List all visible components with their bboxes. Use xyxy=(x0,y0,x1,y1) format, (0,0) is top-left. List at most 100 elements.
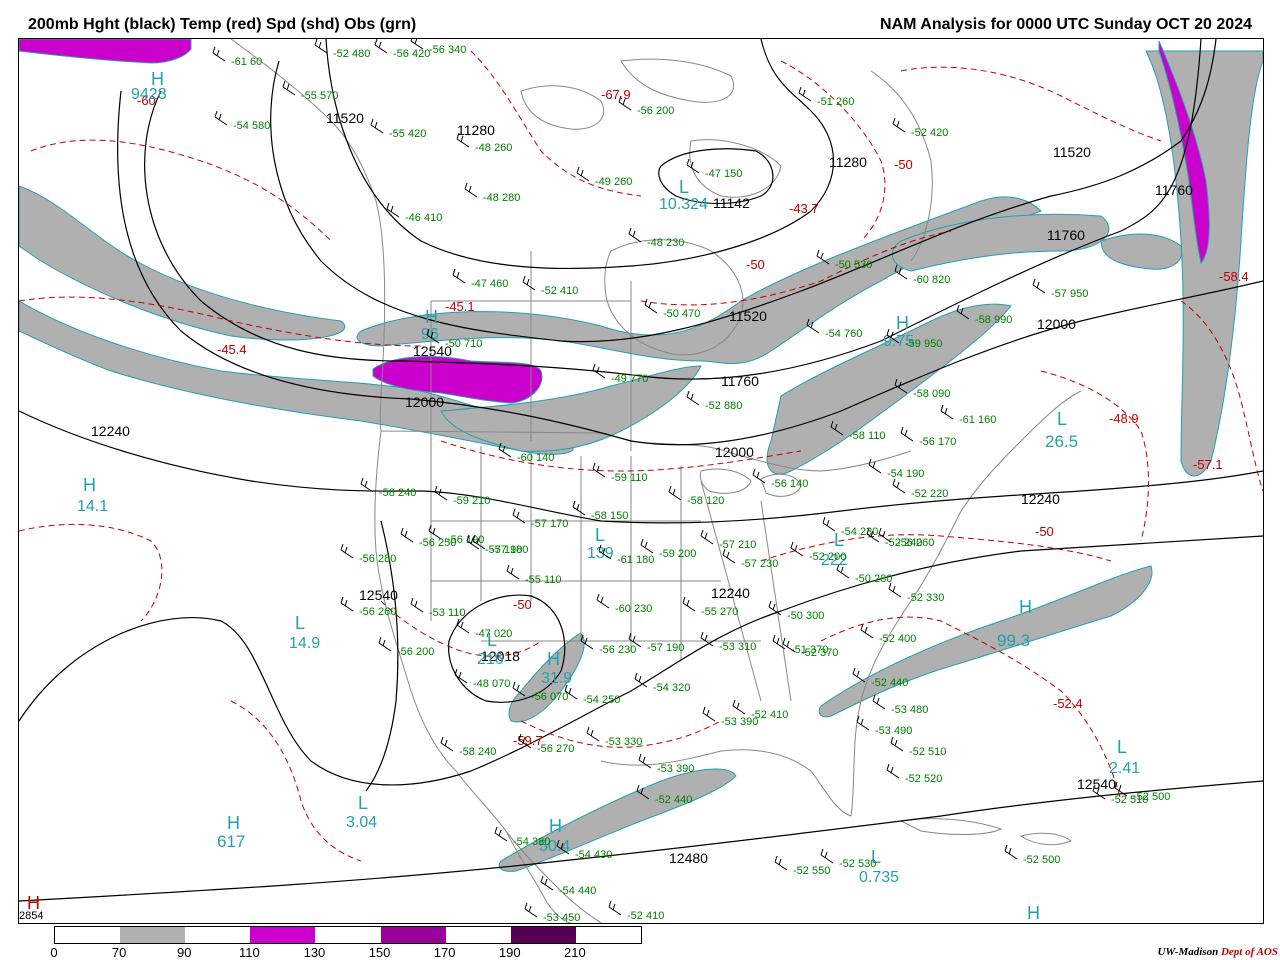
station-observation: -59 210 xyxy=(453,495,490,507)
center-low: L3.04 xyxy=(346,793,377,831)
wind-barb xyxy=(892,478,906,494)
station-observation: -52 330 xyxy=(907,592,944,604)
station-observation: -54 250 xyxy=(583,694,620,706)
svg-text:28: 28 xyxy=(1019,918,1021,920)
wind-barb xyxy=(596,593,610,609)
station-observation: -56 260 xyxy=(359,606,396,618)
station-observation: -52 410 xyxy=(627,910,664,922)
wind-barb xyxy=(592,462,606,478)
temp-label: -50 xyxy=(513,597,532,612)
jet-streak-atlantic xyxy=(1100,233,1183,270)
station-observation: -56 250 xyxy=(419,537,456,549)
station-observation: -58 240 xyxy=(379,487,416,499)
svg-text:2854: 2854 xyxy=(19,910,43,922)
station-observation: -50 470 xyxy=(663,308,700,320)
station-observation: -54 190 xyxy=(887,468,924,480)
weather-map: 11520 11280 11280 11142 11520 11760 1200… xyxy=(18,38,1264,924)
wind-barb xyxy=(576,166,590,182)
colorbar-segment xyxy=(185,927,251,943)
height-label: 11280 xyxy=(457,122,495,138)
svg-text:L: L xyxy=(679,177,689,197)
wind-barb xyxy=(860,623,874,639)
cuba xyxy=(899,818,1003,835)
svg-text:99.3: 99.3 xyxy=(997,631,1030,650)
height-label: 12240 xyxy=(91,423,130,439)
height-contour-11280-arc xyxy=(325,39,835,270)
wind-barb xyxy=(890,736,904,752)
station-observation: -56 420 xyxy=(393,48,430,60)
station-observation: -52 400 xyxy=(879,633,916,645)
wind-barb xyxy=(888,582,902,598)
center-high: H 14.1 xyxy=(77,475,108,515)
svg-text:H: H xyxy=(425,307,438,327)
wind-barb xyxy=(638,753,652,769)
station-observation: -58 120 xyxy=(687,495,724,507)
height-label: 12000 xyxy=(1037,316,1076,332)
temp-label: -50 xyxy=(746,257,765,272)
station-observation: -53 450 xyxy=(543,912,580,923)
jet-speed-shading-70-90 xyxy=(19,50,1263,872)
station-observation: -53 110 xyxy=(429,607,466,619)
station-observation: -54 440 xyxy=(559,885,596,897)
station-observation: -56 230 xyxy=(599,644,636,656)
height-label: 11760 xyxy=(1047,227,1085,243)
jet-streak-atlantic-subtropical xyxy=(818,565,1153,718)
temp-label: -58.4 xyxy=(1219,269,1249,284)
height-label: 11760 xyxy=(1155,182,1193,198)
wind-barb xyxy=(340,543,354,559)
station-observation: -46 410 xyxy=(405,212,442,224)
station-observation: -51 260 xyxy=(817,96,854,108)
arctic-islands-1 xyxy=(520,85,605,130)
station-observation: -53 310 xyxy=(719,641,756,653)
jet-streak-pacific-north xyxy=(19,185,346,341)
svg-text:L: L xyxy=(358,793,368,813)
colorbar-tick-label: 150 xyxy=(368,945,391,960)
arctic-islands-2 xyxy=(620,58,734,103)
station-observation: -61 180 xyxy=(617,554,654,566)
wind-barb xyxy=(892,117,906,133)
station-observation: -52 370 xyxy=(801,647,838,659)
svg-text:31.9: 31.9 xyxy=(541,670,572,687)
station-observation: -56 170 xyxy=(919,436,956,448)
station-observation: -47 150 xyxy=(705,168,742,180)
svg-text:96: 96 xyxy=(421,326,439,343)
wind-barb xyxy=(644,298,658,314)
station-observation: -57 170 xyxy=(531,518,568,530)
wind-barb xyxy=(732,699,746,715)
wind-barb xyxy=(378,636,392,652)
station-observation: -52 500 xyxy=(1023,854,1060,866)
station-observation: -48 070 xyxy=(473,678,510,690)
wind-barb xyxy=(682,596,696,612)
svg-text:L: L xyxy=(1057,409,1067,429)
coastline-atlantic xyxy=(850,390,1082,817)
wind-barb xyxy=(702,706,716,722)
temp-contour-9 xyxy=(230,700,362,862)
wind-barb xyxy=(774,855,788,871)
analysis-valid-time: NAM Analysis for 0000 UTC Sunday OCT 20 … xyxy=(880,16,1252,33)
station-observation: -58 110 xyxy=(849,430,886,442)
wind-barb xyxy=(214,110,228,126)
jet-core-alaska xyxy=(19,39,192,64)
station-observation: -52 530 xyxy=(839,858,876,870)
temp-label: -45.1 xyxy=(445,299,475,314)
station-observation: -55 110 xyxy=(525,574,562,586)
height-label: 12540 xyxy=(1077,776,1116,792)
station-observation: -54 320 xyxy=(653,682,690,694)
center-high: H9428 xyxy=(131,69,167,103)
station-observation: -48 230 xyxy=(647,237,684,249)
wind-barb xyxy=(1032,278,1046,294)
temp-label: -43.7 xyxy=(789,201,819,216)
wind-barb xyxy=(872,694,886,710)
wind-barb xyxy=(374,39,388,54)
temp-label: -57.1 xyxy=(1193,457,1223,472)
wind-barb xyxy=(370,118,384,134)
station-observation: -53 490 xyxy=(875,725,912,737)
colorbar-tick-label: 170 xyxy=(433,945,456,960)
height-label: 11142 xyxy=(713,195,750,211)
wind-barb xyxy=(668,485,682,501)
station-observation: -52 440 xyxy=(871,677,908,689)
station-observation: -57 950 xyxy=(1051,288,1088,300)
colorbar-segment xyxy=(315,927,381,943)
hispaniola xyxy=(1019,832,1072,846)
center-low: L139 xyxy=(587,525,614,562)
